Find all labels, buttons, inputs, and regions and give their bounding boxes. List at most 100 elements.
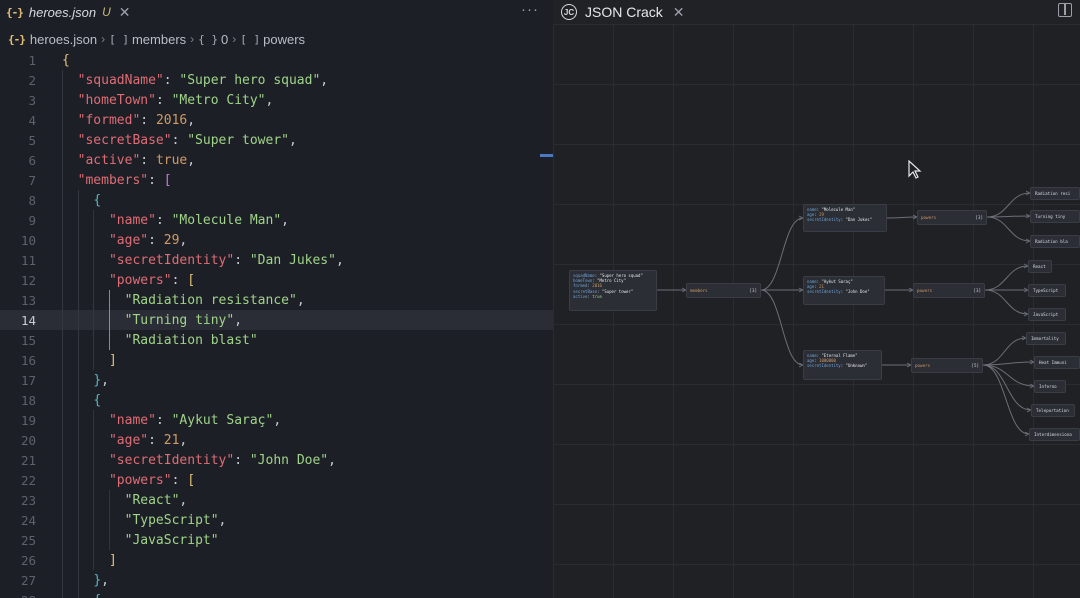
- code-line[interactable]: 1{: [0, 50, 553, 70]
- close-icon[interactable]: ✕: [119, 4, 131, 21]
- code-line[interactable]: 21 "secretIdentity": "John Doe",: [0, 450, 553, 470]
- code-line[interactable]: 12 "powers": [: [0, 270, 553, 290]
- graph-node-root[interactable]: squadName: "Super hero squad"homeTown: "…: [569, 270, 657, 311]
- code-line[interactable]: 23 "React",: [0, 490, 553, 510]
- line-number[interactable]: 12: [0, 273, 36, 288]
- graph-canvas[interactable]: squadName: "Super hero squad"homeTown: "…: [553, 24, 1080, 598]
- graph-node-member-0[interactable]: name: "Molecule Man"age: 29secretIdentit…: [803, 204, 887, 232]
- code-line[interactable]: 2 "squadName": "Super hero squad",: [0, 70, 553, 90]
- code-line[interactable]: 8 {: [0, 190, 553, 210]
- line-number[interactable]: 4: [0, 113, 36, 128]
- tab-heroes-json[interactable]: {-} heroes.json U ✕: [0, 0, 146, 24]
- graph-leaf[interactable]: React: [1028, 260, 1052, 273]
- code-token-punc: ,: [187, 153, 195, 168]
- line-number[interactable]: 6: [0, 153, 36, 168]
- tab-json-crack[interactable]: JC JSON Crack ✕: [561, 0, 685, 24]
- graph-node-powers-2[interactable]: powers [5]: [911, 358, 983, 373]
- code-token-key: "formed": [78, 113, 141, 128]
- chevron-right-icon: ›: [101, 32, 105, 46]
- code-line[interactable]: 7 "members": [: [0, 170, 553, 190]
- graph-leaf[interactable]: Immortality: [1026, 332, 1066, 345]
- code-line[interactable]: 4 "formed": 2016,: [0, 110, 553, 130]
- line-number[interactable]: 21: [0, 453, 36, 468]
- code-line[interactable]: 9 "name": "Molecule Man",: [0, 210, 553, 230]
- code-line[interactable]: 14 "Turning tiny",: [0, 310, 553, 330]
- line-number[interactable]: 2: [0, 73, 36, 88]
- graph-leaf[interactable]: JavaScript: [1028, 308, 1066, 321]
- graph-leaf[interactable]: Radiation bla: [1030, 235, 1080, 248]
- code-line[interactable]: 24 "TypeScript",: [0, 510, 553, 530]
- code-line[interactable]: 6 "active": true,: [0, 150, 553, 170]
- graph-leaf[interactable]: TypeScript: [1028, 284, 1066, 297]
- line-number[interactable]: 3: [0, 93, 36, 108]
- line-number[interactable]: 10: [0, 233, 36, 248]
- code-token-num: 21: [164, 433, 180, 448]
- line-number[interactable]: 27: [0, 573, 36, 588]
- tab-title: heroes.json: [29, 5, 96, 20]
- line-number[interactable]: 15: [0, 333, 36, 348]
- code-line[interactable]: 16 ]: [0, 350, 553, 370]
- graph-leaf[interactable]: Teleportation: [1031, 404, 1075, 417]
- code-line[interactable]: 13 "Radiation resistance",: [0, 290, 553, 310]
- node-field: secretIdentity: "John Doe": [807, 289, 881, 294]
- json-crack-panel[interactable]: JC JSON Crack ✕ squadName: "Super hero s…: [553, 0, 1080, 598]
- code-line[interactable]: 11 "secretIdentity": "Dan Jukes",: [0, 250, 553, 270]
- code-line[interactable]: 10 "age": 29,: [0, 230, 553, 250]
- line-number[interactable]: 25: [0, 533, 36, 548]
- line-number[interactable]: 23: [0, 493, 36, 508]
- more-actions-icon[interactable]: ···: [521, 1, 539, 18]
- breadcrumb-item-0[interactable]: 0: [221, 32, 228, 47]
- graph-edge: [985, 290, 1028, 314]
- line-number[interactable]: 19: [0, 413, 36, 428]
- code-line[interactable]: 27 },: [0, 570, 553, 590]
- code-line[interactable]: 25 "JavaScript": [0, 530, 553, 550]
- line-number[interactable]: 16: [0, 353, 36, 368]
- line-number[interactable]: 20: [0, 433, 36, 448]
- graph-leaf[interactable]: Interdimensiona: [1029, 428, 1080, 441]
- code-line[interactable]: 17 },: [0, 370, 553, 390]
- breadcrumb-item-members[interactable]: members: [132, 32, 186, 47]
- code-line[interactable]: 3 "homeTown": "Metro City",: [0, 90, 553, 110]
- breadcrumb-file[interactable]: heroes.json: [30, 32, 97, 47]
- close-icon[interactable]: ✕: [673, 4, 685, 21]
- graph-leaf[interactable]: Inferno: [1034, 380, 1066, 393]
- line-number[interactable]: 26: [0, 553, 36, 568]
- graph-leaf[interactable]: Turning tiny: [1030, 210, 1080, 223]
- scrollbar-position-marker[interactable]: [540, 154, 553, 157]
- code-line[interactable]: 5 "secretBase": "Super tower",: [0, 130, 553, 150]
- line-number[interactable]: 7: [0, 173, 36, 188]
- line-number[interactable]: 8: [0, 193, 36, 208]
- code-line[interactable]: 28 {: [0, 590, 553, 598]
- line-number[interactable]: 11: [0, 253, 36, 268]
- code-lines[interactable]: 1{2 "squadName": "Super hero squad",3 "h…: [0, 50, 553, 598]
- graph-node-powers-0[interactable]: powers [3]: [917, 210, 987, 225]
- graph-leaf[interactable]: Heat Immuni: [1034, 356, 1080, 369]
- code-line[interactable]: 26 ]: [0, 550, 553, 570]
- breadcrumb-item-powers[interactable]: powers: [263, 32, 305, 47]
- code-line[interactable]: 15 "Radiation blast": [0, 330, 553, 350]
- line-number[interactable]: 28: [0, 593, 36, 598]
- line-number[interactable]: 17: [0, 373, 36, 388]
- line-number[interactable]: 1: [0, 53, 36, 68]
- graph-node-members[interactable]: members [3]: [686, 283, 761, 298]
- breadcrumb: {-} heroes.json › [ ] members › { } 0 › …: [0, 28, 305, 50]
- line-number[interactable]: 5: [0, 133, 36, 148]
- code-token-punc: :: [164, 73, 180, 88]
- line-number[interactable]: 14: [0, 313, 36, 328]
- graph-node-member-2[interactable]: name: "Eternal Flame"age: 1000000secretI…: [803, 350, 882, 380]
- line-number[interactable]: 13: [0, 293, 36, 308]
- graph-leaf[interactable]: Radiation resi: [1030, 187, 1080, 200]
- line-number[interactable]: 18: [0, 393, 36, 408]
- line-number[interactable]: 24: [0, 513, 36, 528]
- code-line[interactable]: 18 {: [0, 390, 553, 410]
- graph-node-member-1[interactable]: name: "Aykut Saraç"age: 21secretIdentity…: [803, 276, 885, 305]
- line-number[interactable]: 9: [0, 213, 36, 228]
- code-editor[interactable]: {-} heroes.json U ✕ ··· {-} heroes.json …: [0, 0, 553, 598]
- code-line[interactable]: 20 "age": 21,: [0, 430, 553, 450]
- line-number[interactable]: 22: [0, 473, 36, 488]
- graph-node-powers-1[interactable]: powers [3]: [913, 283, 985, 298]
- code-line[interactable]: 22 "powers": [: [0, 470, 553, 490]
- split-editor-icon[interactable]: [1058, 3, 1072, 17]
- code-token-str: "Aykut Saraç": [172, 413, 274, 428]
- code-line[interactable]: 19 "name": "Aykut Saraç",: [0, 410, 553, 430]
